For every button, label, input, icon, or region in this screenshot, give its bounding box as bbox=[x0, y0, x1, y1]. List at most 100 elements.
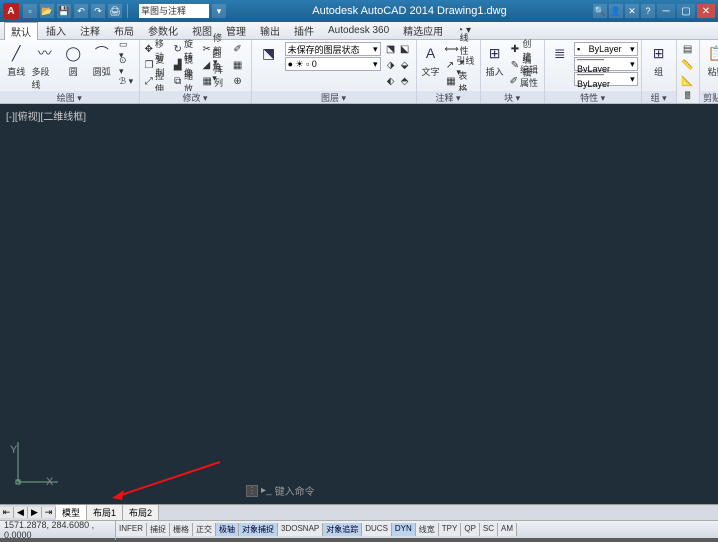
circle-icon: ◯ bbox=[62, 42, 84, 64]
layout-next-button[interactable]: ▶ bbox=[28, 507, 42, 518]
layout-last-button[interactable]: ⇥ bbox=[42, 507, 56, 518]
status-bar: 1571.2878, 284.6080 , 0.0000 INFER捕捉栅格正交… bbox=[0, 520, 718, 538]
window-controls: 🔍 👤 ✕ ? ─ ▢ ✕ bbox=[593, 4, 715, 18]
linetype-combo[interactable]: ——— ByLayer▾ bbox=[574, 72, 638, 86]
command-handle-icon[interactable]: ⋮ bbox=[246, 485, 258, 497]
status-toggle-栅格[interactable]: 栅格 bbox=[170, 523, 193, 536]
qat-save-icon[interactable]: 💾 bbox=[57, 4, 71, 18]
exchange-icon[interactable]: ✕ bbox=[625, 4, 639, 18]
panel-layers-label[interactable]: 图层 ▾ bbox=[252, 91, 416, 103]
text-button[interactable]: A文字 bbox=[420, 42, 442, 78]
status-toggle-sc[interactable]: SC bbox=[480, 523, 498, 536]
close-button[interactable]: ✕ bbox=[697, 4, 715, 18]
ellipse-button[interactable]: ⊙ ▾ bbox=[117, 58, 135, 73]
insert-block-button[interactable]: ⊞插入 bbox=[484, 42, 506, 78]
command-prompt-icon: ▸_ bbox=[261, 485, 272, 496]
help-search-icon[interactable]: 🔍 bbox=[593, 4, 607, 18]
arc-button[interactable]: ⌒圆弧 bbox=[89, 42, 116, 78]
drawing-canvas[interactable]: [-][俯视][二维线框] Y X ⋮ ▸_ 键入命令 bbox=[0, 104, 718, 504]
tab-model[interactable]: 模型 bbox=[56, 505, 87, 520]
status-toggle-ducs[interactable]: DUCS bbox=[362, 523, 392, 536]
qat-print-icon[interactable]: 🖨 bbox=[108, 4, 122, 18]
status-toggle-dyn[interactable]: DYN bbox=[392, 523, 416, 536]
status-toggle-tpy[interactable]: TPY bbox=[439, 523, 462, 536]
status-toggle-对象捕捉[interactable]: 对象捕捉 bbox=[239, 523, 278, 536]
qat-new-icon[interactable]: ▫ bbox=[23, 4, 37, 18]
modify-btn[interactable]: ⧉缩放 bbox=[172, 74, 199, 89]
panel-groups: ⊞组 组 ▾ bbox=[642, 40, 677, 103]
layout-first-button[interactable]: ⇤ bbox=[0, 507, 14, 518]
status-toggle-对象追踪[interactable]: 对象追踪 bbox=[323, 523, 362, 536]
status-toggle-am[interactable]: AM bbox=[498, 523, 517, 536]
tab-insert[interactable]: 插入 bbox=[40, 22, 72, 39]
status-toggle-infer[interactable]: INFER bbox=[116, 523, 147, 536]
qat-dropdown-icon[interactable]: ▾ bbox=[212, 4, 226, 18]
line-button[interactable]: ╱直线 bbox=[3, 42, 30, 78]
status-toggle-线宽[interactable]: 线宽 bbox=[416, 523, 439, 536]
tab-a360[interactable]: Autodesk 360 bbox=[322, 24, 395, 37]
minimize-button[interactable]: ─ bbox=[657, 4, 675, 18]
panel-properties-label[interactable]: 特性 ▾ bbox=[545, 91, 641, 103]
modify-btn[interactable]: ▦阵列 ▾ bbox=[201, 74, 228, 89]
tab-plugins[interactable]: 插件 bbox=[288, 22, 320, 39]
hatch-button[interactable]: ℬ ▾ bbox=[117, 74, 135, 89]
modify-btn[interactable]: ⊕ bbox=[230, 74, 248, 89]
paste-button[interactable]: 📋粘贴 bbox=[703, 42, 718, 78]
layer-tool[interactable]: ⬔⬕ bbox=[383, 42, 413, 57]
app-menu-icon[interactable]: A bbox=[3, 3, 19, 19]
polyline-icon: 〰 bbox=[34, 42, 56, 64]
group-button[interactable]: ⊞组 bbox=[645, 42, 673, 78]
command-line[interactable]: ⋮ ▸_ 键入命令 bbox=[246, 483, 315, 498]
modify-btn[interactable]: ✐ bbox=[230, 42, 248, 57]
ribbon: ╱直线 〰多段线 ◯圆 ⌒圆弧 ▭ ▾ ⊙ ▾ ℬ ▾ 绘图 ▾ ✥移动❐复制⤢… bbox=[0, 40, 718, 104]
tab-output[interactable]: 输出 bbox=[254, 22, 286, 39]
modify-btn[interactable]: ▦ bbox=[230, 58, 248, 73]
workspace-combo[interactable]: 草图与注释 bbox=[139, 4, 209, 18]
coordinates-readout[interactable]: 1571.2878, 284.6080 , 0.0000 bbox=[0, 520, 116, 540]
layer-state-combo[interactable]: 未保存的图层状态▾ bbox=[285, 42, 381, 56]
qat-undo-icon[interactable]: ↶ bbox=[74, 4, 88, 18]
qat-redo-icon[interactable]: ↷ bbox=[91, 4, 105, 18]
layer-current-combo[interactable]: ● ☀ ▫ 0▾ bbox=[285, 57, 381, 71]
block-btn[interactable]: ✐编辑属性 ▾ bbox=[508, 74, 541, 89]
utility-btn[interactable]: 🖩 bbox=[680, 90, 696, 105]
tab-annotate[interactable]: 注释 bbox=[74, 22, 106, 39]
circle-button[interactable]: ◯圆 bbox=[60, 42, 87, 78]
layers-icon: ⬔ bbox=[258, 42, 280, 64]
tab-layout1[interactable]: 布局1 bbox=[87, 505, 123, 520]
panel-block-label[interactable]: 块 ▾ bbox=[481, 91, 544, 103]
maximize-button[interactable]: ▢ bbox=[677, 4, 695, 18]
match-properties-button[interactable]: ≣ bbox=[548, 42, 572, 64]
polyline-button[interactable]: 〰多段线 bbox=[32, 42, 59, 91]
panel-clipboard-label[interactable]: 剪贴板 bbox=[700, 91, 718, 103]
layer-properties-button[interactable]: ⬔ bbox=[255, 42, 283, 64]
layer-tool[interactable]: ⬖⬘ bbox=[383, 74, 413, 89]
qat-open-icon[interactable]: 📂 bbox=[40, 4, 54, 18]
status-toggle-3dosnap[interactable]: 3DOSNAP bbox=[278, 523, 323, 536]
command-hint-text: 键入命令 bbox=[275, 483, 315, 498]
tab-default[interactable]: 默认 bbox=[4, 22, 38, 40]
annotation-btn[interactable]: ▦表格 bbox=[444, 74, 477, 89]
tab-layout[interactable]: 布局 bbox=[108, 22, 140, 39]
help-icon[interactable]: ? bbox=[641, 4, 655, 18]
panel-draw: ╱直线 〰多段线 ◯圆 ⌒圆弧 ▭ ▾ ⊙ ▾ ℬ ▾ 绘图 ▾ bbox=[0, 40, 140, 103]
viewport-label[interactable]: [-][俯视][二维线框] bbox=[6, 108, 86, 123]
panel-groups-label[interactable]: 组 ▾ bbox=[642, 91, 676, 103]
panel-modify-label[interactable]: 修改 ▾ bbox=[140, 91, 251, 103]
layer-tool[interactable]: ⬗⬙ bbox=[383, 58, 413, 73]
tab-featured[interactable]: 精选应用 bbox=[397, 22, 449, 39]
status-toggle-qp[interactable]: QP bbox=[461, 523, 480, 536]
panel-annotation-label[interactable]: 注释 ▾ bbox=[417, 91, 480, 103]
modify-btn[interactable]: ⤢拉伸 bbox=[143, 74, 170, 89]
tab-layout2[interactable]: 布局2 bbox=[123, 505, 159, 520]
status-toggle-极轴[interactable]: 极轴 bbox=[216, 523, 239, 536]
utility-btn[interactable]: ▤ bbox=[680, 42, 696, 57]
layout-prev-button[interactable]: ◀ bbox=[14, 507, 28, 518]
status-toggle-正交[interactable]: 正交 bbox=[193, 523, 216, 536]
utility-btn[interactable]: 📏 bbox=[680, 58, 696, 73]
status-toggle-捕捉[interactable]: 捕捉 bbox=[147, 523, 170, 536]
panel-block: ⊞插入 ✚创建✎编辑✐编辑属性 ▾ 块 ▾ bbox=[481, 40, 545, 103]
panel-draw-label[interactable]: 绘图 ▾ bbox=[0, 91, 139, 103]
signin-icon[interactable]: 👤 bbox=[609, 4, 623, 18]
utility-btn[interactable]: 📐 bbox=[680, 74, 696, 89]
